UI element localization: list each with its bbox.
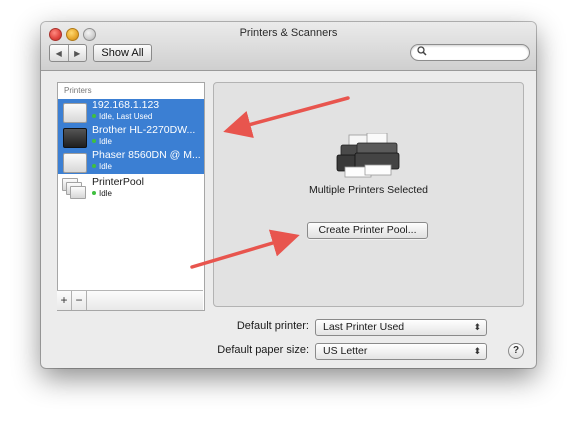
printer-list-item[interactable]: Phaser 8560DN @ M... Idle xyxy=(58,149,204,174)
selection-message: Multiple Printers Selected xyxy=(308,184,429,196)
printer-list-header: Printers xyxy=(64,86,92,95)
printer-status: Idle xyxy=(92,189,112,198)
help-button[interactable]: ? xyxy=(508,343,524,359)
default-printer-label: Default printer: xyxy=(236,320,309,332)
back-arrow-icon: ◀ xyxy=(55,48,62,58)
printer-list: Printers 192.168.1.123 Idle, Last Used B… xyxy=(57,82,205,311)
default-paper-size-popup[interactable]: US Letter ⬍ xyxy=(315,343,487,360)
back-button[interactable]: ◀ xyxy=(50,45,68,61)
printer-status: Idle xyxy=(92,137,112,146)
laser-printer-white-icon xyxy=(63,103,87,123)
search-input[interactable] xyxy=(429,45,523,59)
status-idle-icon xyxy=(92,139,96,143)
printer-name: Brother HL-2270DW... xyxy=(92,124,196,136)
forward-arrow-icon: ▶ xyxy=(74,48,81,58)
remove-printer-button[interactable]: − xyxy=(72,291,87,310)
printer-list-item[interactable]: PrinterPool Idle xyxy=(58,176,204,201)
back-forward-control: ◀ ▶ xyxy=(49,44,87,62)
forward-button[interactable]: ▶ xyxy=(67,45,87,61)
laser-printer-black-icon xyxy=(63,128,87,148)
popup-chevron-icon: ⬍ xyxy=(473,322,481,332)
status-idle-icon xyxy=(92,164,96,168)
default-printer-popup[interactable]: Last Printer Used ⬍ xyxy=(315,319,487,336)
show-all-button[interactable]: Show All xyxy=(93,44,152,62)
search-field[interactable] xyxy=(410,44,530,61)
status-idle-icon xyxy=(92,191,96,195)
create-printer-pool-button[interactable]: Create Printer Pool... xyxy=(307,222,428,239)
printer-pool-icon xyxy=(62,178,86,199)
laser-printer-white-icon xyxy=(63,153,87,173)
multiple-printers-icon xyxy=(336,133,400,178)
printer-status: Idle, Last Used xyxy=(92,112,152,121)
printer-list-footer: + − xyxy=(57,290,203,310)
add-printer-button[interactable]: + xyxy=(57,291,72,310)
window-title: Printers & Scanners xyxy=(239,27,338,39)
printer-name: 192.168.1.123 xyxy=(92,99,160,111)
printer-name: PrinterPool xyxy=(92,176,144,188)
printer-list-item[interactable]: Brother HL-2270DW... Idle xyxy=(58,124,204,149)
preferences-window: Printers & Scanners ◀ ▶ Show All Printer… xyxy=(41,22,536,368)
printer-list-item[interactable]: 192.168.1.123 Idle, Last Used xyxy=(58,99,204,124)
popup-chevron-icon: ⬍ xyxy=(473,346,481,356)
title-bar: Printers & Scanners ◀ ▶ Show All xyxy=(41,22,536,71)
printer-status: Idle xyxy=(92,162,112,171)
printer-name: Phaser 8560DN @ M... xyxy=(92,149,201,161)
printer-detail-pane: Multiple Printers Selected Create Printe… xyxy=(213,82,524,307)
default-printer-value: Last Printer Used xyxy=(323,321,405,333)
search-icon xyxy=(417,46,427,59)
default-paper-size-value: US Letter xyxy=(323,345,368,357)
status-idle-icon xyxy=(92,114,96,118)
default-paper-size-label: Default paper size: xyxy=(217,344,309,356)
